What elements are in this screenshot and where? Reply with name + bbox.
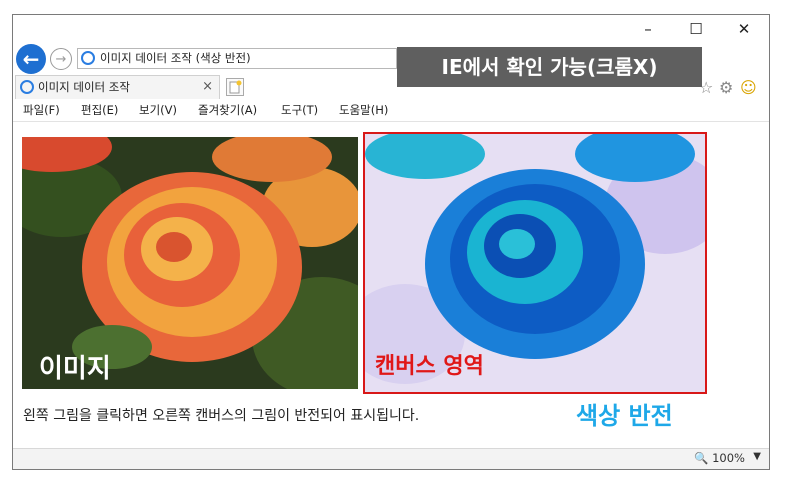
forward-button[interactable]: → [50,48,72,70]
address-input[interactable]: 이미지 데이터 조작 (색상 반전) [77,48,397,69]
title-bar: – ☐ ✕ [13,15,769,45]
page-content: 이미지 캔버스 영역 왼쪽 그림을 클릭하면 오른쪽 캔버스의 그림이 반전되어… [13,122,769,450]
tab-close-button[interactable]: × [202,76,213,98]
minimize-button[interactable]: – [633,19,663,39]
menu-file[interactable]: 파일(F) [23,102,60,118]
maximize-button[interactable]: ☐ [681,19,711,39]
menu-edit[interactable]: 편집(E) [81,102,118,118]
menu-tools[interactable]: 도구(T) [281,102,318,118]
description-text: 왼쪽 그림을 클릭하면 오른쪽 캔버스의 그림이 반전되어 표시됩니다. [23,408,420,424]
ie-page-icon [81,51,95,65]
new-tab-button[interactable] [226,78,244,96]
forward-arrow-icon: → [55,52,67,67]
tab-image-data[interactable]: 이미지 데이터 조작 × [15,75,220,99]
zoom-value: 100% [712,451,745,465]
back-button[interactable]: ← [16,44,46,74]
browser-window: – ☐ ✕ ← → 이미지 데이터 조작 (색상 반전) ☆ ⚙ ☺ IE에서 … [12,14,770,470]
canvas-label: 캔버스 영역 [375,354,484,379]
zoom-dropdown-icon[interactable]: ▼ [753,451,761,462]
status-bar: 🔍 100% ▼ [13,448,769,469]
new-tab-icon [229,80,242,94]
back-arrow-icon: ← [22,47,40,71]
zoom-icon: 🔍 [694,451,709,465]
image-label: 이미지 [39,354,111,384]
zoom-level[interactable]: 🔍 100% [694,451,745,465]
menu-help[interactable]: 도움말(H) [339,102,388,118]
tab-strip: 이미지 데이터 조작 × [13,75,769,99]
menu-bar: 파일(F) 편집(E) 보기(V) 즐겨찾기(A) 도구(T) 도움말(H) [13,99,769,122]
menu-view[interactable]: 보기(V) [139,102,177,118]
ie-tab-icon [20,80,34,94]
close-button[interactable]: ✕ [729,19,759,39]
menu-favorites[interactable]: 즐겨찾기(A) [198,102,257,118]
invert-label: 색상 반전 [576,402,673,430]
tab-label: 이미지 데이터 조작 [38,80,130,94]
address-text: 이미지 데이터 조작 (색상 반전) [100,51,251,65]
